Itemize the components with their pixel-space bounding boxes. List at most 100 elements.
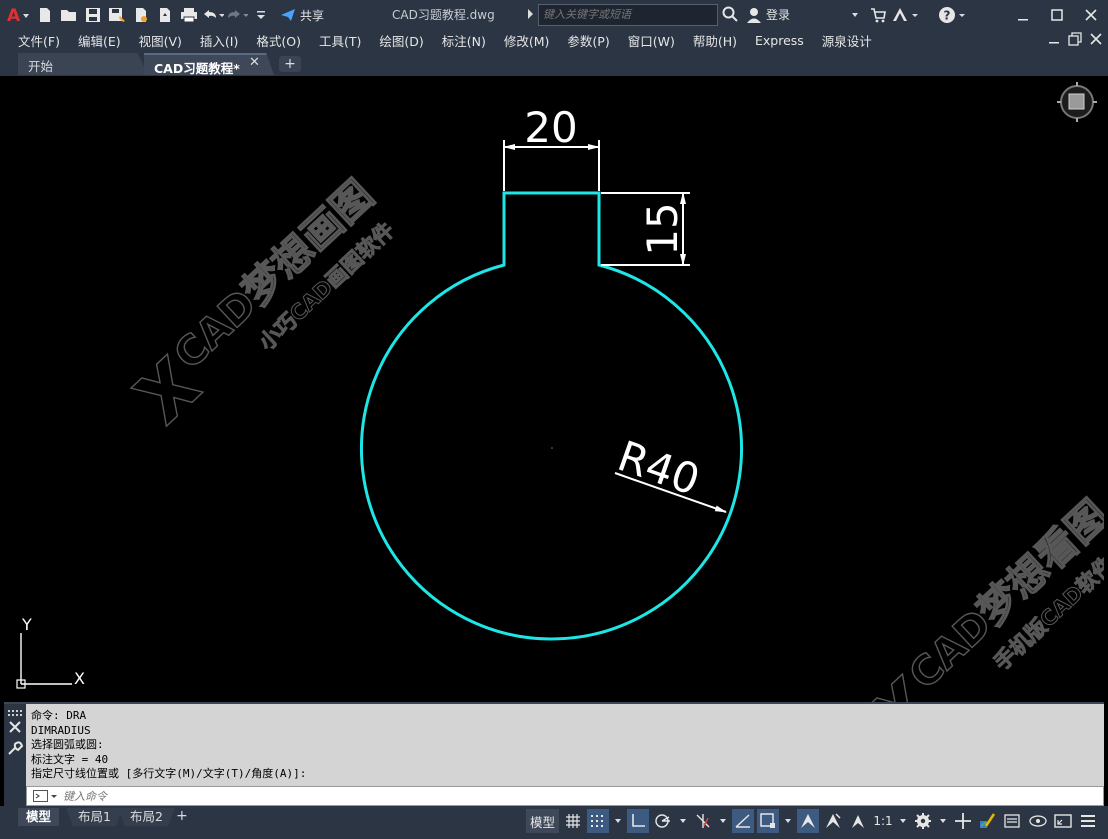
menu-window[interactable]: 窗口(W): [628, 31, 675, 50]
redo-icon: [228, 10, 248, 18]
tab-start[interactable]: 开始: [18, 53, 148, 75]
app-menu-button[interactable]: A: [0, 0, 34, 30]
isometric-icon: [696, 814, 710, 828]
model-space-button[interactable]: 模型: [526, 809, 560, 833]
redo-button[interactable]: [226, 4, 248, 26]
doc-minimize-icon[interactable]: [1048, 31, 1060, 47]
clean-screen-button[interactable]: [1052, 809, 1074, 833]
units-button[interactable]: [977, 809, 999, 833]
maximize-button[interactable]: [1040, 0, 1074, 30]
save-icon: [86, 8, 100, 22]
open-web-button[interactable]: [130, 4, 152, 26]
save-button[interactable]: [82, 4, 104, 26]
dimension-height-text: 15: [638, 202, 687, 255]
tab-close-icon[interactable]: ✕: [249, 55, 260, 70]
command-window-handle[interactable]: [4, 704, 26, 806]
isolate-objects-button[interactable]: [1027, 809, 1049, 833]
search-input[interactable]: [538, 4, 718, 26]
layout-tab-layout1[interactable]: 布局1: [66, 808, 123, 826]
command-input[interactable]: [63, 788, 663, 804]
customize-qat-button[interactable]: [250, 4, 272, 26]
dimension-width[interactable]: 20: [503, 103, 600, 191]
ortho-button[interactable]: [627, 809, 650, 833]
ortho-icon: [632, 814, 646, 827]
grid-button[interactable]: [562, 809, 584, 833]
layout-tab-layout2[interactable]: 布局2: [118, 808, 175, 826]
help-button[interactable]: ?: [938, 6, 968, 27]
export-button[interactable]: [154, 4, 176, 26]
search-expand-icon[interactable]: [528, 9, 533, 19]
search-button[interactable]: [722, 6, 738, 25]
command-history-line: 选择圆弧或圆:: [31, 738, 104, 751]
new-button[interactable]: [34, 4, 56, 26]
login-label: 登录: [766, 8, 791, 22]
menu-parametric[interactable]: 参数(P): [567, 31, 609, 50]
object-snap-tracking-button[interactable]: [732, 809, 755, 833]
a360-button[interactable]: [892, 7, 920, 26]
isodraft-button[interactable]: [692, 809, 714, 833]
plot-button[interactable]: [178, 4, 200, 26]
menu-yuanquan[interactable]: 源泉设计: [822, 31, 872, 50]
minimize-button[interactable]: [1006, 0, 1040, 30]
layout-tab-model[interactable]: 模型: [18, 808, 60, 826]
menu-draw[interactable]: 绘图(D): [379, 31, 423, 50]
keyhole-outline[interactable]: [360, 191, 743, 641]
polar-dropdown-icon[interactable]: [680, 819, 687, 823]
dimension-height[interactable]: 15: [601, 192, 690, 266]
object-snap-button[interactable]: [757, 809, 780, 833]
snap-dropdown-icon[interactable]: [615, 819, 622, 823]
export-icon: [160, 8, 170, 22]
close-button[interactable]: [1074, 0, 1108, 30]
annotation-scale-value[interactable]: 1:1: [872, 809, 894, 833]
menu-tools[interactable]: 工具(T): [319, 31, 361, 50]
annotation-monitor-button[interactable]: [952, 809, 974, 833]
close-icon: [1085, 9, 1097, 21]
auto-scale-button[interactable]: [822, 809, 844, 833]
login-dropdown-icon[interactable]: [852, 13, 858, 17]
minimize-icon: [1018, 19, 1028, 21]
menu-insert[interactable]: 插入(I): [200, 31, 238, 50]
login-button[interactable]: 登录: [746, 6, 790, 23]
save-as-button[interactable]: [106, 4, 128, 26]
drawing-svg: CAD梦想画图 小巧CAD画图软件 CAD梦想看图 手机版CAD软件 20 15…: [16, 82, 1104, 702]
polar-button[interactable]: [652, 809, 674, 833]
annotation-scale-button[interactable]: [847, 809, 869, 833]
doc-restore-icon[interactable]: [1068, 31, 1082, 47]
share-button[interactable]: 共享: [280, 7, 324, 24]
viewcube-icon[interactable]: [1057, 82, 1097, 122]
isolate-objects-icon: [1029, 815, 1047, 827]
a360-icon: [893, 8, 918, 21]
snap-button[interactable]: [587, 809, 610, 833]
menu-view[interactable]: 视图(V): [139, 31, 182, 50]
ucs-y-label: Y: [21, 615, 32, 634]
workspace-button[interactable]: [912, 809, 934, 833]
osnap-dropdown-icon[interactable]: [785, 819, 792, 823]
quick-properties-button[interactable]: [1002, 809, 1024, 833]
add-layout-button[interactable]: +: [176, 808, 188, 824]
undo-button[interactable]: [202, 4, 224, 26]
new-tab-button[interactable]: +: [279, 56, 301, 72]
menu-modify[interactable]: 修改(M): [504, 31, 550, 50]
drawing-canvas[interactable]: CAD梦想画图 小巧CAD画图软件 CAD梦想看图 手机版CAD软件 20 15…: [4, 76, 1104, 702]
dimension-radius[interactable]: R40: [612, 431, 727, 513]
menu-dimension[interactable]: 标注(N): [442, 31, 486, 50]
grid-icon: [566, 814, 581, 828]
menu-file[interactable]: 文件(F): [18, 31, 60, 50]
isodraft-dropdown-icon[interactable]: [720, 819, 727, 823]
customization-menu-button[interactable]: [1077, 809, 1099, 833]
menu-express[interactable]: Express: [755, 33, 804, 48]
workspace-dropdown-icon[interactable]: [940, 819, 947, 823]
command-prompt-icon[interactable]: [33, 790, 59, 803]
watermark-dream-view: CAD梦想看图 手机版CAD软件: [864, 491, 1104, 702]
menu-format[interactable]: 格式(O): [256, 31, 301, 50]
scale-dropdown-icon[interactable]: [900, 819, 907, 823]
annotation-visibility-button[interactable]: [797, 809, 820, 833]
window-controls: [1006, 0, 1108, 30]
store-button[interactable]: [870, 7, 886, 26]
open-button[interactable]: [58, 4, 80, 26]
menu-help[interactable]: 帮助(H): [693, 31, 737, 50]
menu-bar: 文件(F) 编辑(E) 视图(V) 插入(I) 格式(O) 工具(T) 绘图(D…: [0, 30, 1108, 50]
units-icon: [980, 813, 996, 828]
doc-close-icon[interactable]: [1090, 31, 1102, 47]
menu-edit[interactable]: 编辑(E): [78, 31, 121, 50]
